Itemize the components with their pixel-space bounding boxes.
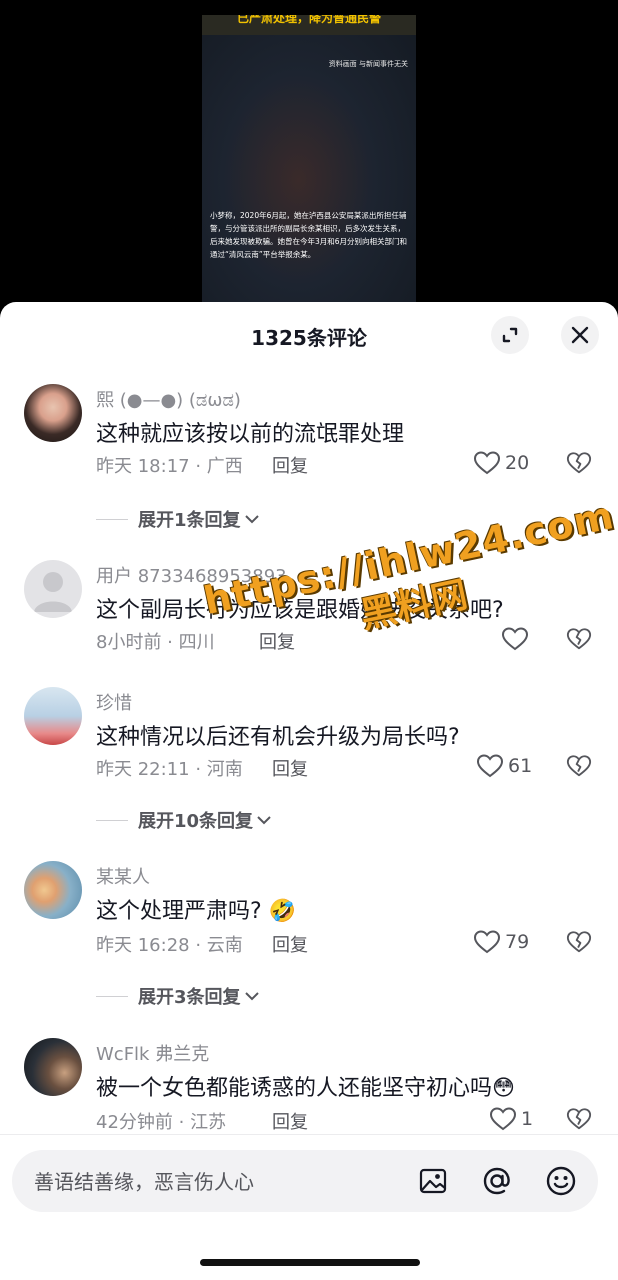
close-icon — [571, 326, 589, 344]
comment-input-bar — [12, 1150, 598, 1214]
expand-replies-label: 展开3条回复 — [138, 987, 241, 1008]
comment-text: 这个处理严肃吗? 🤣 — [96, 899, 297, 924]
comment-username[interactable]: WcFlk 弗兰克 — [96, 1040, 209, 1066]
heart-icon — [489, 1107, 517, 1131]
reply-button[interactable]: 回复 — [272, 1108, 308, 1134]
like-count: 1 — [521, 1108, 534, 1130]
expand-sheet-button[interactable] — [491, 316, 529, 354]
like-count: 20 — [505, 452, 530, 474]
video-player[interactable]: 已严肃处理，降为普通民警 资料画面 与新闻事件无关 小梦称，2020年6月起，她… — [0, 0, 618, 330]
like-button[interactable]: 1 — [489, 1106, 533, 1132]
at-sign-icon — [483, 1167, 510, 1195]
expand-replies-label: 展开10条回复 — [138, 811, 254, 832]
comment-time-location: 8小时前 · 四川 — [96, 632, 215, 653]
comment-input[interactable] — [32, 1150, 396, 1214]
expand-replies-button[interactable]: 展开10条回复 — [96, 807, 273, 833]
like-count: 79 — [505, 931, 530, 953]
close-button[interactable] — [561, 316, 599, 354]
expand-divider — [96, 995, 128, 997]
expand-replies-button[interactable]: 展开1条回复 — [96, 506, 261, 532]
expand-replies-button[interactable]: 展开3条回复 — [96, 983, 261, 1009]
chevron-down-icon — [244, 515, 259, 524]
comment-text: 被一个女色都能诱惑的人还能坚守初心吗😳 — [96, 1076, 515, 1101]
sheet-header: 1325条评论 — [0, 302, 618, 368]
comment-username[interactable]: 某某人 — [96, 863, 150, 889]
broken-heart-icon — [566, 755, 592, 777]
heart-icon — [473, 930, 501, 954]
image-picker-button[interactable] — [416, 1164, 450, 1198]
chevron-down-icon — [257, 816, 271, 825]
video-frame: 已严肃处理，降为普通民警 资料画面 与新闻事件无关 小梦称，2020年6月起，她… — [202, 15, 416, 315]
mention-button[interactable] — [480, 1164, 514, 1198]
dislike-button[interactable] — [566, 929, 592, 959]
comment-username[interactable]: 熙 (●—●) (ಡωಡ) — [96, 386, 241, 412]
dislike-button[interactable] — [566, 626, 592, 656]
comment-text: 这种就应该按以前的流氓罪处理 — [96, 422, 405, 447]
smiley-icon — [546, 1166, 576, 1196]
comment-time-location: 昨天 16:28 · 云南 — [96, 935, 243, 956]
broken-heart-icon — [566, 1108, 592, 1130]
heart-icon — [501, 627, 529, 651]
heart-icon — [473, 451, 501, 475]
broken-heart-icon — [566, 452, 592, 474]
avatar[interactable] — [24, 687, 82, 745]
like-button[interactable]: 79 — [473, 929, 529, 955]
like-count: 61 — [508, 755, 533, 777]
like-button[interactable]: 61 — [476, 753, 532, 779]
video-top-banner-text: 已严肃处理，降为普通民警 — [236, 15, 381, 25]
dislike-button[interactable] — [566, 753, 592, 783]
expand-divider — [96, 819, 128, 821]
expand-replies-label: 展开1条回复 — [138, 510, 241, 531]
like-button[interactable] — [501, 626, 529, 652]
broken-heart-icon — [566, 931, 592, 953]
comment-time-location: 42分钟前 · 江苏 — [96, 1112, 227, 1133]
broken-heart-icon — [566, 628, 592, 650]
chevron-down-icon — [244, 992, 259, 1001]
heart-icon — [476, 754, 504, 778]
reply-button[interactable]: 回复 — [272, 931, 308, 957]
reply-button[interactable]: 回复 — [272, 755, 308, 781]
avatar[interactable] — [24, 861, 82, 919]
comment-time-location: 昨天 22:11 · 河南 — [96, 759, 243, 780]
reply-button[interactable]: 回复 — [272, 452, 308, 478]
comment-time-location: 昨天 18:17 · 广西 — [96, 456, 243, 477]
image-icon — [419, 1168, 447, 1194]
comment-username[interactable]: 珍惜 — [96, 689, 132, 715]
dislike-button[interactable] — [566, 450, 592, 480]
avatar[interactable] — [24, 384, 82, 442]
video-top-banner: 已严肃处理，降为普通民警 — [202, 15, 416, 35]
video-note: 资料画面 与新闻事件无关 — [328, 60, 408, 68]
like-button[interactable]: 20 — [473, 450, 529, 476]
comment-text: 这种情况以后还有机会升级为局长吗? — [96, 725, 460, 750]
comments-sheet: 1325条评论 熙 (●—●) (ಡωಡ) 这种就应该按以前的流氓罪处理 昨天 … — [0, 302, 618, 1280]
video-caption: 小梦称，2020年6月起，她在泸西县公安局某派出所担任辅警，与分管该派出所的副局… — [210, 211, 408, 259]
emoji-button[interactable] — [544, 1164, 578, 1198]
dislike-button[interactable] — [566, 1106, 592, 1136]
default-avatar-icon — [34, 572, 72, 612]
avatar[interactable] — [24, 560, 82, 618]
home-indicator — [200, 1259, 420, 1266]
expand-divider — [96, 518, 128, 520]
avatar[interactable] — [24, 1038, 82, 1096]
fullscreen-icon — [502, 327, 518, 343]
input-divider — [0, 1134, 618, 1135]
